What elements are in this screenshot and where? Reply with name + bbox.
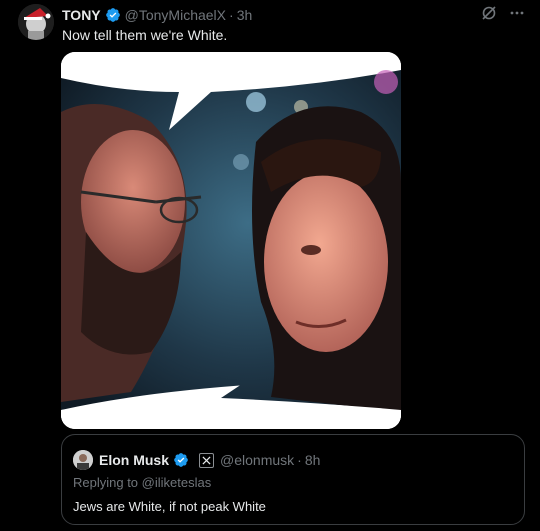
quoted-tweet-card[interactable]: Elon Musk @elonmusk · 8h Replying to @il… — [61, 434, 525, 525]
author-name[interactable]: TONY — [62, 7, 101, 23]
tweet-time[interactable]: 3h — [237, 7, 253, 23]
tweet-header: TONY @TonyMichaelX · 3h — [62, 5, 252, 25]
author-avatar[interactable] — [18, 4, 54, 40]
author-handle[interactable]: @TonyMichaelX — [125, 7, 226, 23]
quoted-tweet-header: Elon Musk @elonmusk · 8h — [73, 450, 320, 470]
x-logo-icon — [199, 452, 215, 468]
grok-icon[interactable] — [480, 4, 498, 22]
more-options-icon[interactable] — [508, 4, 526, 22]
quoted-author-name[interactable]: Elon Musk — [99, 452, 169, 468]
separator-dot: · — [229, 7, 234, 23]
tweet-text: Now tell them we're White. — [62, 27, 228, 43]
replying-to-label[interactable]: Replying to @iliketeslas — [73, 475, 211, 490]
tweet-media-image[interactable] — [61, 52, 401, 429]
quoted-author-avatar[interactable] — [73, 450, 93, 470]
tweet-actions — [480, 4, 526, 22]
verified-badge-icon — [105, 7, 121, 23]
separator-dot: · — [297, 452, 302, 468]
verified-badge-icon — [173, 452, 189, 468]
quoted-author-handle[interactable]: @elonmusk — [220, 452, 294, 468]
quoted-tweet-text: Jews are White, if not peak White — [73, 499, 266, 514]
quoted-tweet-time[interactable]: 8h — [305, 452, 321, 468]
